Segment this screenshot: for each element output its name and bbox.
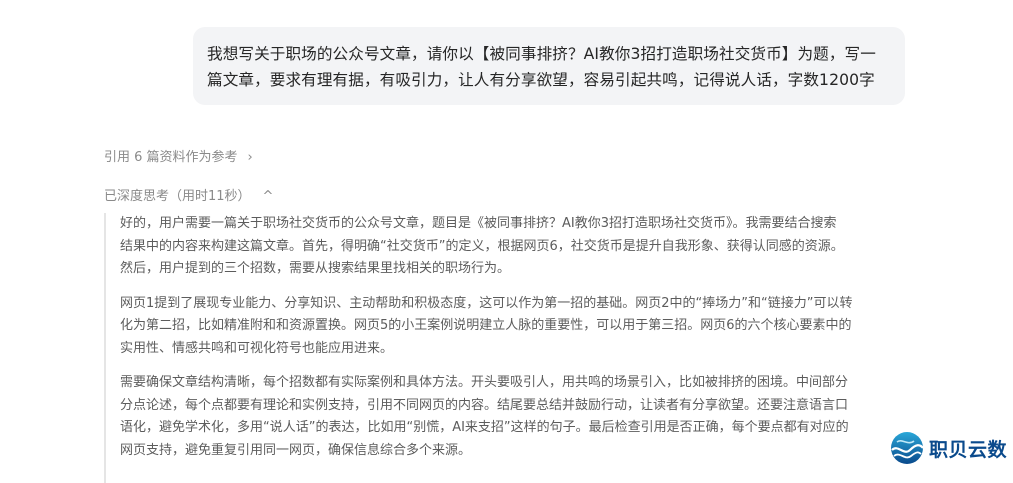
references-toggle[interactable]: 引用 6 篇资料作为参考 › bbox=[104, 148, 253, 168]
thinking-label: 已深度思考（用时11秒） bbox=[104, 189, 251, 204]
thinking-line: 网页支持，避免重复引用同一网页，确保信息综合多个来源。 bbox=[120, 442, 472, 458]
thinking-paragraph-1: 好的，用户需要一篇关于职场社交货币的公众号文章，题目是《被同事排挤？AI教你3招… bbox=[120, 213, 924, 281]
watermark-logo: 职贝云数 bbox=[889, 430, 1007, 466]
chevron-right-icon: › bbox=[247, 150, 253, 165]
thinking-content: 好的，用户需要一篇关于职场社交货币的公众号文章，题目是《被同事排挤？AI教你3招… bbox=[104, 213, 924, 483]
thinking-paragraph-2: 网页1提到了展现专业能力、分享知识、主动帮助和积极态度，这可以作为第一招的基础。… bbox=[120, 293, 924, 361]
thinking-line: 结果中的内容来构建这篇文章。首先，得明确“社交货币”的定义，根据网页6，社交货币… bbox=[120, 238, 844, 254]
thinking-line: 语化，避免学术化，多用“说人话”的表达，比如用“别慌，AI来支招”这样的句子。最… bbox=[120, 420, 849, 435]
user-message-line-2: 篇文章，要求有理有据，有吸引力，让人有分享欲望，容易引起共鸣，记得说人话，字数1… bbox=[207, 71, 875, 89]
watermark-text: 职贝云数 bbox=[928, 438, 1007, 461]
thinking-line: 然后，用户提到的三个招数，需要从搜索结果里找相关的职场行为。 bbox=[120, 261, 511, 276]
chevron-up-icon: ^ bbox=[262, 189, 274, 204]
user-message-line-1: 我想写关于职场的公众号文章，请你以【被同事排挤？AI教你3招打造职场社交货币】为… bbox=[207, 45, 876, 63]
thinking-line: 分点论述，每个点都要有理论和实例支持，引用不同网页的内容。结尾要总结并鼓励行动，… bbox=[120, 397, 849, 413]
thinking-toggle[interactable]: 已深度思考（用时11秒） ^ bbox=[104, 187, 273, 207]
wave-globe-icon bbox=[890, 432, 924, 464]
user-message-bubble: 我想写关于职场的公众号文章，请你以【被同事排挤？AI教你3招打造职场社交货币】为… bbox=[193, 27, 905, 105]
thinking-line: 需要确保文章结构清晰，每个招数都有实际案例和具体方法。开头要吸引人，用共鸣的场景… bbox=[120, 375, 849, 390]
thinking-line: 网页1提到了展现专业能力、分享知识、主动帮助和积极态度，这可以作为第一招的基础。… bbox=[120, 295, 853, 311]
thinking-line: 实用性、情感共鸣和可视化符号也能应用进来。 bbox=[120, 340, 394, 356]
thinking-paragraph-3: 需要确保文章结构清晰，每个招数都有实际案例和具体方法。开头要吸引人，用共鸣的场景… bbox=[120, 372, 924, 462]
thinking-line: 好的，用户需要一篇关于职场社交货币的公众号文章，题目是《被同事排挤？AI教你3招… bbox=[120, 216, 837, 231]
references-label: 引用 6 篇资料作为参考 bbox=[104, 150, 238, 165]
thinking-line: 化为第二招，比如精准附和和资源置换。网页5的小王案例说明建立人脉的重要性，可以用… bbox=[120, 318, 852, 333]
